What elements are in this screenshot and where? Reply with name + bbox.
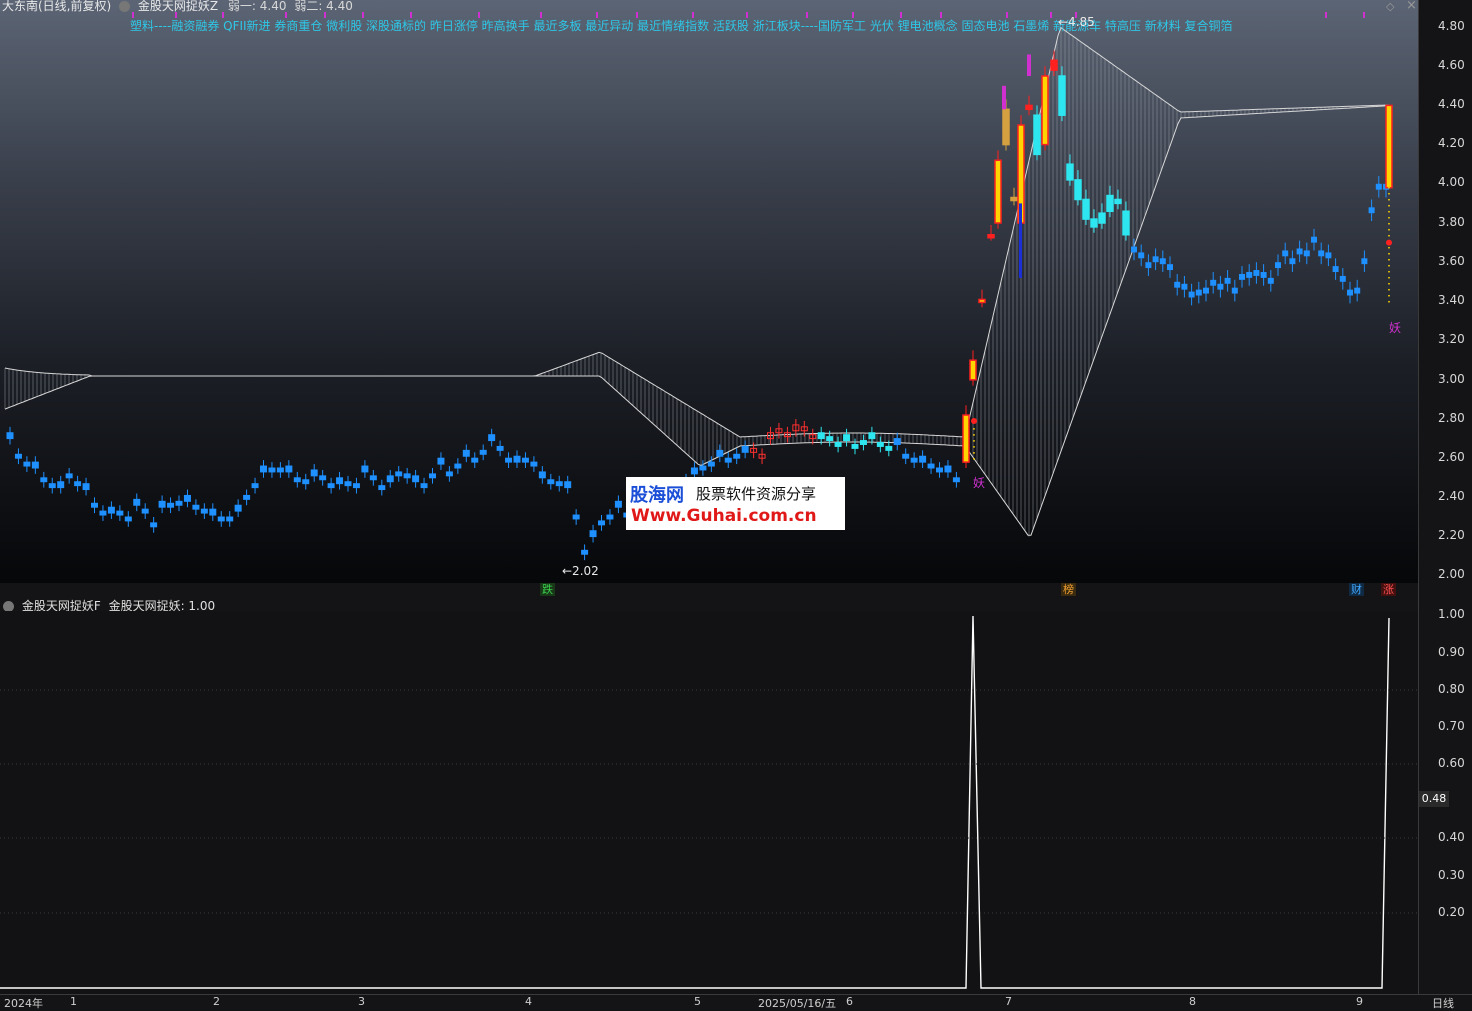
current-value-badge: 0.48 xyxy=(1419,791,1449,807)
close-icon[interactable]: × xyxy=(1406,0,1417,13)
sub-indicator-panel[interactable] xyxy=(0,611,1418,994)
price-tick: 4.00 xyxy=(1438,175,1465,189)
price-tick: 4.60 xyxy=(1438,58,1465,72)
date-label: 2 xyxy=(213,995,220,1008)
price-tick: 3.60 xyxy=(1438,254,1465,268)
period-label[interactable]: 日线 xyxy=(1432,995,1454,1011)
price-tick: 2.60 xyxy=(1438,450,1465,464)
date-label: 9 xyxy=(1356,995,1363,1008)
watermark-slogan: 股票软件资源分享 xyxy=(696,485,817,503)
date-label: 6 xyxy=(846,995,853,1008)
price-tick: 3.40 xyxy=(1438,293,1465,307)
diamond-icon[interactable]: ◇ xyxy=(1386,0,1394,13)
signal-tick: 0.40 xyxy=(1438,830,1465,844)
price-tick: 3.20 xyxy=(1438,332,1465,346)
date-axis: 2024年 1 2 3 4 5 2025/05/16/五 6 7 8 9 日线 xyxy=(0,994,1472,1010)
marker-die[interactable]: 跌 xyxy=(540,583,555,596)
event-marker-strip: 跌 榜 财 涨 xyxy=(0,583,1418,597)
signal-tick: 0.90 xyxy=(1438,645,1465,659)
collapse-icon[interactable] xyxy=(119,1,131,12)
yao-label-2: 妖 xyxy=(1389,321,1402,335)
date-label: 2025/05/16/五 xyxy=(758,997,837,1010)
date-label: 7 xyxy=(1005,995,1012,1008)
price-tick: 4.40 xyxy=(1438,97,1465,111)
stock-name: 大东南(日线,前复权) xyxy=(2,0,112,13)
yao-label-1: 妖 xyxy=(973,476,986,490)
price-tick: 2.40 xyxy=(1438,489,1465,503)
price-tick: 3.80 xyxy=(1438,215,1465,229)
price-tick: 4.20 xyxy=(1438,136,1465,150)
price-tick: 4.80 xyxy=(1438,19,1465,33)
date-label: 1 xyxy=(70,995,77,1008)
marker-zhang[interactable]: 涨 xyxy=(1381,583,1396,596)
watermark-url: Www.Guhai.com.cn xyxy=(631,506,817,526)
signal-tick: 0.70 xyxy=(1438,719,1465,733)
chart-title-bar: 大东南(日线,前复权) 金股天网捉妖Z 弱一: 4.40 弱二: 4.40 xyxy=(2,0,353,14)
date-label: 2024年 xyxy=(4,997,43,1010)
price-tick: 2.80 xyxy=(1438,411,1465,425)
price-tick: 2.00 xyxy=(1438,567,1465,581)
sub-indicator-header: 金股天网捉妖F 金股天网捉妖: 1.00 xyxy=(0,597,1418,613)
marker-cai[interactable]: 财 xyxy=(1349,583,1364,596)
high-price-label: ←4.85 xyxy=(1058,15,1095,29)
line1-label: 弱一: 4.40 xyxy=(227,0,287,13)
watermark-brand: 股海网 xyxy=(630,485,684,506)
marker-bang[interactable]: 榜 xyxy=(1061,583,1076,596)
date-label: 8 xyxy=(1189,995,1196,1008)
date-label: 4 xyxy=(525,995,532,1008)
signal-tick: 0.80 xyxy=(1438,682,1465,696)
signal-line-chart[interactable] xyxy=(0,611,1418,994)
low-price-label: ←2.02 xyxy=(562,564,599,578)
price-tick: 3.00 xyxy=(1438,372,1465,386)
price-tick: 2.20 xyxy=(1438,528,1465,542)
indicator-name: 金股天网捉妖Z xyxy=(137,0,219,13)
signal-tick: 0.60 xyxy=(1438,756,1465,770)
line2-label: 弱二: 4.40 xyxy=(294,0,353,13)
watermark-banner: 股海网 股票软件资源分享 Www.Guhai.com.cn xyxy=(626,477,845,530)
date-label: 3 xyxy=(358,995,365,1008)
date-label: 5 xyxy=(694,995,701,1008)
signal-tick: 0.20 xyxy=(1438,905,1465,919)
signal-tick: 0.30 xyxy=(1438,868,1465,882)
signal-tick: 1.00 xyxy=(1438,607,1465,621)
